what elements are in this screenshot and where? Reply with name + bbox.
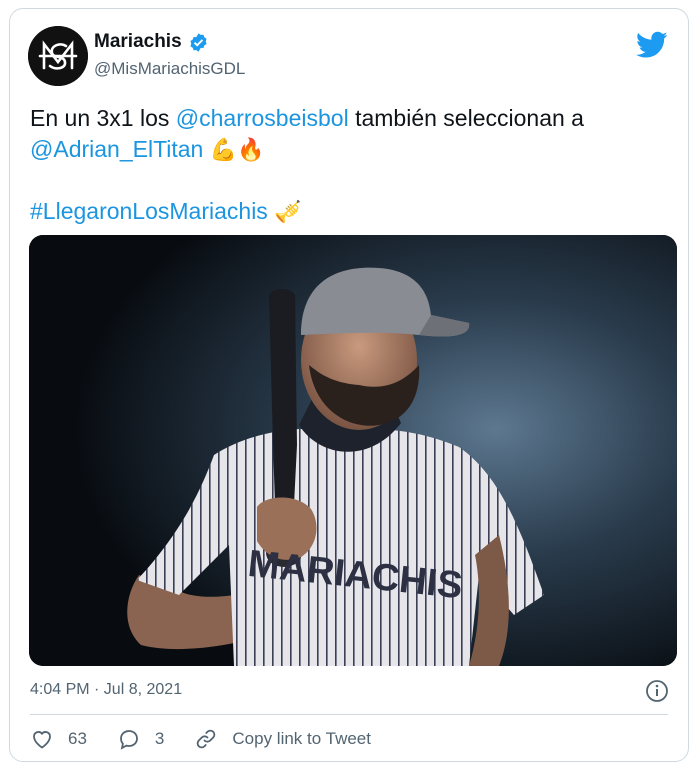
tweet-text-part: también seleccionan a: [348, 105, 584, 131]
baseball-player-photo: MARIACHIS: [29, 235, 677, 666]
reply-bubble-icon: [120, 730, 138, 750]
heart-icon: [33, 731, 51, 749]
reply-button[interactable]: 3: [117, 727, 164, 751]
like-count: 63: [68, 729, 87, 748]
mention-charrosbeisbol[interactable]: @charrosbeisbol: [176, 105, 349, 131]
verified-badge-icon: [190, 32, 207, 52]
twitter-bird-icon[interactable]: [636, 31, 668, 59]
mention-adrian-eltitan[interactable]: @Adrian_ElTitan: [30, 136, 203, 162]
divider: [30, 714, 668, 715]
trumpet-emoji: 🎺: [274, 199, 302, 224]
tweet-text: En un 3x1 los @charrosbeisbol también se…: [30, 103, 670, 227]
info-icon[interactable]: [645, 679, 669, 703]
copy-link-button[interactable]: Copy link to Tweet: [194, 727, 371, 751]
hashtag-llegaronlosmariachis[interactable]: #LlegaronLosMariachis: [30, 198, 268, 224]
tweet-text-part: En un 3x1 los: [30, 105, 176, 131]
avatar[interactable]: [28, 26, 88, 86]
reply-count: 3: [154, 729, 165, 748]
flex-fire-emoji: 💪🔥: [209, 137, 265, 162]
account-name[interactable]: Mariachis: [94, 31, 182, 53]
tweet-timestamp[interactable]: 4:04 PM · Jul 8, 2021: [30, 681, 182, 699]
copy-link-label: Copy link to Tweet: [232, 729, 371, 748]
account-handle[interactable]: @MisMariachisGDL: [94, 59, 245, 79]
tweet-card[interactable]: Mariachis @MisMariachisGDL En un 3x1 los…: [9, 8, 689, 762]
like-button[interactable]: 63: [30, 727, 87, 751]
tweet-photo[interactable]: MARIACHIS: [29, 235, 677, 666]
link-icon: [197, 729, 216, 749]
mariachis-logo-icon: [28, 26, 88, 86]
